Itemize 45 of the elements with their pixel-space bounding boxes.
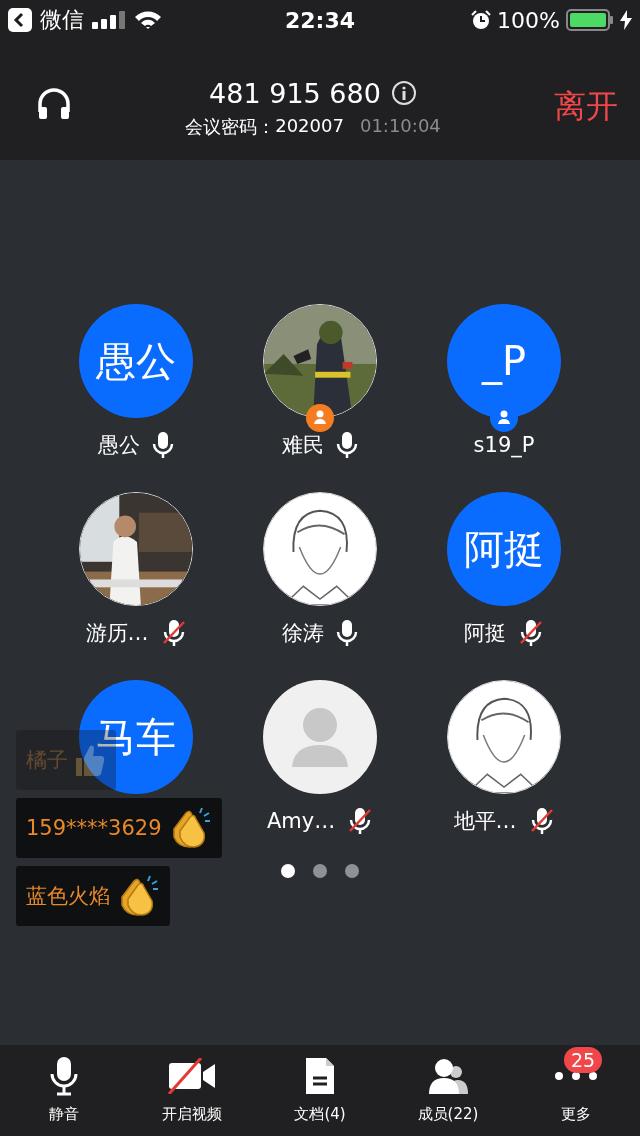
password-value: 202007 bbox=[275, 114, 344, 138]
back-label[interactable]: 微信 bbox=[40, 5, 84, 35]
notification-badge: 25 bbox=[564, 1047, 603, 1073]
battery-percent: 100% bbox=[497, 7, 560, 33]
document-icon bbox=[304, 1056, 336, 1096]
participant-name: 愚公 bbox=[98, 432, 140, 459]
video-off-icon bbox=[168, 1058, 216, 1094]
participant-name: 徐涛 bbox=[282, 620, 324, 647]
page-dot[interactable] bbox=[313, 864, 327, 878]
participant-name: 地平… bbox=[453, 808, 517, 835]
more-icon bbox=[554, 1071, 598, 1081]
back-icon[interactable] bbox=[8, 8, 32, 32]
participant-name: Amy… bbox=[266, 809, 336, 833]
toolbar-button[interactable]: 文档(4) bbox=[256, 1045, 384, 1136]
reaction-sender: 159****3629 bbox=[26, 816, 162, 840]
wifi-icon bbox=[134, 10, 162, 30]
meeting-id: 481 915 680 bbox=[209, 77, 381, 109]
toolbar-button[interactable]: 25 更多 bbox=[512, 1045, 640, 1136]
charging-icon bbox=[620, 10, 632, 30]
alarm-icon bbox=[471, 10, 492, 30]
page-dot[interactable] bbox=[281, 864, 295, 878]
info-icon[interactable] bbox=[390, 80, 417, 106]
reaction-sender: 橘子 bbox=[26, 747, 68, 774]
avatar[interactable]: _P bbox=[447, 304, 561, 418]
participant-name: 难民 bbox=[282, 432, 324, 459]
participant-name: s19_P bbox=[473, 433, 535, 457]
battery-icon bbox=[566, 9, 614, 31]
members-icon bbox=[428, 1056, 468, 1096]
signal-icon bbox=[92, 11, 126, 29]
toolbar-button[interactable]: 成员(22) bbox=[384, 1045, 512, 1136]
avatar[interactable]: 马车 bbox=[79, 680, 193, 794]
meeting-duration: 01:10:04 bbox=[359, 114, 441, 138]
reaction-sender: 蓝色火焰 bbox=[26, 883, 110, 910]
toolbar-button[interactable]: 静音 bbox=[0, 1045, 128, 1136]
clock-time: 22:34 bbox=[285, 7, 355, 33]
headphones-icon[interactable] bbox=[36, 86, 72, 122]
leave-button[interactable]: 离开 bbox=[554, 85, 618, 129]
page-dot[interactable] bbox=[345, 864, 359, 878]
participant-name: 阿挺 bbox=[464, 620, 506, 647]
password-label: 会议密码： bbox=[185, 114, 276, 139]
avatar[interactable]: 阿挺 bbox=[447, 492, 561, 606]
avatar[interactable]: 愚公 bbox=[79, 304, 193, 418]
toolbar-button[interactable]: 开启视频 bbox=[128, 1045, 256, 1136]
participant-name: 游历… bbox=[85, 620, 149, 647]
mic-icon bbox=[49, 1056, 79, 1096]
